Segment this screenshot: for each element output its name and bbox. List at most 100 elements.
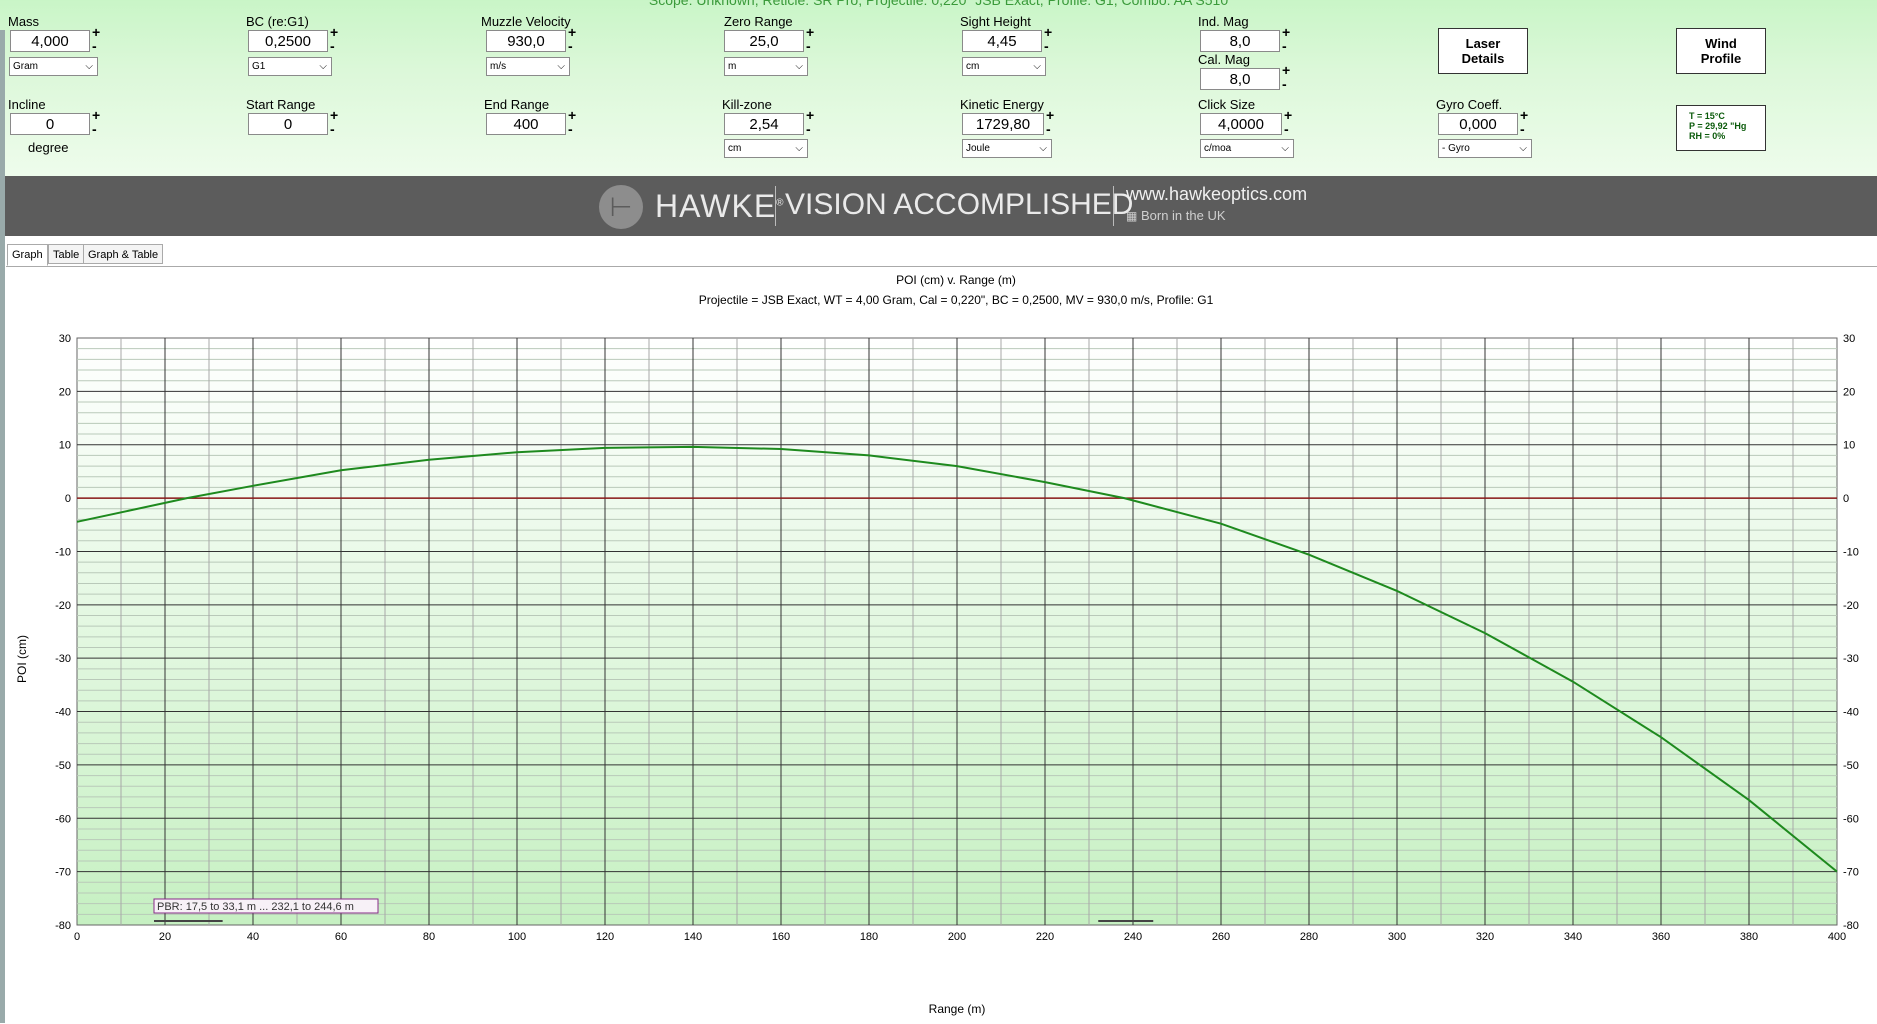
y-tick-label-right: -30 [1843,653,1859,665]
x-tick-label: 300 [1388,931,1406,943]
bc-stepper[interactable]: + - [330,25,338,53]
graph-panel: POI (cm) v. Range (m) Projectile = JSB E… [6,266,1877,1024]
y-tick-label-right: 20 [1843,386,1855,398]
y-tick-label-left: -80 [55,920,71,932]
chart-title: POI (cm) v. Range (m) [896,273,1016,287]
click-size-input[interactable]: 4,0000 [1200,113,1282,135]
sight-height-label: Sight Height [960,14,1031,29]
bc-label: BC (re:G1) [246,14,309,29]
muzzle-velocity-input[interactable]: 930,0 [486,30,566,52]
energy-unit-select[interactable]: Joule ⌵ [962,139,1052,158]
kill-zone-unit-select[interactable]: cm ⌵ [724,139,808,158]
chevron-down-icon: ⌵ [319,61,327,72]
cal-mag-label: Cal. Mag [1198,52,1251,67]
y-tick-label-right: 30 [1843,333,1855,345]
hawke-logo-icon: ⊢ [599,185,643,229]
y-tick-label-right: -60 [1843,813,1859,825]
gyro-select[interactable]: - Gyro ⌵ [1438,139,1532,158]
gyro-coeff-input[interactable]: 0,000 [1438,113,1518,135]
brand-tagline: VISION ACCOMPLISHED [785,188,1134,221]
bc-input[interactable]: 0,2500 [248,30,328,52]
incline-input[interactable]: 0 [10,113,90,135]
x-tick-label: 100 [508,931,526,943]
ind-mag-input[interactable]: 8,0 [1200,30,1280,52]
input-panel: Scope: Unknown, Reticle: SR Pro, Project… [0,0,1877,176]
y-tick-label-right: -50 [1843,760,1859,772]
mass-stepper[interactable]: + - [92,25,100,53]
chevron-down-icon: ⌵ [1519,143,1527,154]
brand-url: www.hawkeoptics.com [1126,184,1308,204]
y-tick-label-left: 0 [65,493,71,505]
ind-mag-label: Ind. Mag [1198,14,1249,29]
click-size-label: Click Size [1198,97,1256,112]
x-tick-label: 160 [772,931,790,943]
end-range-label: End Range [484,97,550,112]
y-axis-label: POI (cm) [15,635,29,683]
tab-graph[interactable]: Graph [7,244,48,266]
muzzle-velocity-stepper[interactable]: + - [568,25,576,53]
x-tick-label: 260 [1212,931,1230,943]
y-tick-label-left: -50 [55,760,71,772]
brand-name: HAWKE® [655,188,785,224]
kill-zone-input[interactable]: 2,54 [724,113,804,135]
born-in-uk-text: ▦ Born in the UK [1126,208,1226,223]
cal-mag-input[interactable]: 8,0 [1200,68,1280,90]
y-tick-label-left: 10 [59,440,71,452]
incline-label: Incline [8,97,46,112]
sight-height-unit-select[interactable]: cm ⌵ [962,57,1046,76]
y-tick-label-left: -30 [55,653,71,665]
mass-input[interactable]: 4,000 [10,30,90,52]
major-grid [77,338,1837,925]
uk-flag-icon: ▦ [1126,209,1138,223]
y-tick-label-left: -10 [55,546,71,558]
gyro-coeff-stepper[interactable]: + - [1520,108,1528,136]
kinetic-energy-input[interactable]: 1729,80 [962,113,1044,135]
x-tick-label: 80 [423,931,435,943]
x-tick-label: 220 [1036,931,1054,943]
x-tick-label: 400 [1828,931,1846,943]
y-tick-label-right: -20 [1843,600,1859,612]
kinetic-energy-stepper[interactable]: + - [1046,108,1054,136]
kill-zone-stepper[interactable]: + - [806,108,814,136]
click-size-unit-select[interactable]: c/moa ⌵ [1200,139,1294,158]
x-tick-label: 380 [1740,931,1758,943]
x-tick-label: 280 [1300,931,1318,943]
bc-unit-select[interactable]: G1 ⌵ [248,57,332,76]
banner-divider [775,186,776,226]
x-tick-label: 320 [1476,931,1494,943]
banner-divider [1113,186,1114,226]
ind-mag-stepper[interactable]: + - [1282,25,1290,53]
chevron-down-icon: ⌵ [1039,143,1047,154]
laser-details-button[interactable]: Laser Details [1438,28,1528,74]
y-tick-label-left: 20 [59,386,71,398]
tab-table[interactable]: Table [48,244,85,264]
pbr-label: PBR: 17,5 to 33,1 m ... 232,1 to 244,6 m [157,901,354,913]
velocity-unit-select[interactable]: m/s ⌵ [486,57,570,76]
x-tick-label: 120 [596,931,614,943]
zero-range-unit-select[interactable]: m ⌵ [724,57,808,76]
start-range-label: Start Range [246,97,316,112]
x-tick-label: 180 [860,931,878,943]
incline-stepper[interactable]: + - [92,108,100,136]
zero-range-stepper[interactable]: + - [806,25,814,53]
y-tick-label-right: -40 [1843,707,1859,719]
atmosphere-box[interactable]: T = 15°C P = 29,92 "Hg RH = 0% [1676,105,1766,151]
pressure-readout: P = 29,92 "Hg [1689,121,1747,131]
humidity-readout: RH = 0% [1689,131,1726,141]
mass-unit-select[interactable]: Gram ⌵ [9,57,98,76]
end-range-input[interactable]: 400 [486,113,566,135]
muzzle-velocity-label: Muzzle Velocity [481,14,571,29]
tab-graph-and-table[interactable]: Graph & Table [83,244,164,264]
sight-height-stepper[interactable]: + - [1044,25,1052,53]
cal-mag-stepper[interactable]: + - [1282,63,1290,91]
x-tick-label: 200 [948,931,966,943]
y-tick-label-left: -20 [55,600,71,612]
wind-profile-button[interactable]: Wind Profile [1676,28,1766,74]
sight-height-input[interactable]: 4,45 [962,30,1042,52]
start-range-stepper[interactable]: + - [330,108,338,136]
start-range-input[interactable]: 0 [248,113,328,135]
click-size-stepper[interactable]: + - [1284,108,1292,136]
x-tick-label: 360 [1652,931,1670,943]
zero-range-input[interactable]: 25,0 [724,30,804,52]
end-range-stepper[interactable]: + - [568,108,576,136]
